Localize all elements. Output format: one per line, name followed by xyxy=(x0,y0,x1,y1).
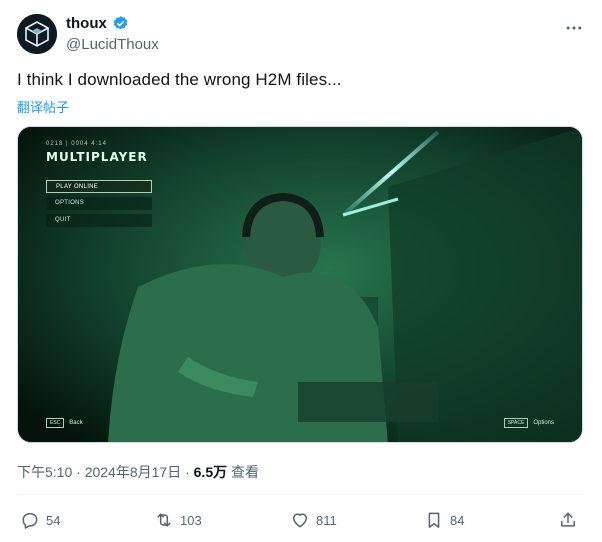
bookmark-button[interactable]: 84 xyxy=(424,510,464,530)
author-display-name[interactable]: thoux xyxy=(66,15,107,32)
action-bar: 54 103 811 84 xyxy=(20,510,580,532)
cube-logo-icon xyxy=(17,14,57,54)
reply-icon xyxy=(22,513,38,529)
esc-key-icon: ESC xyxy=(46,418,65,428)
retweet-button[interactable]: 103 xyxy=(154,510,202,530)
game-hint-options: SPACE Options xyxy=(503,418,554,428)
reply-count: 54 xyxy=(46,512,61,528)
game-title: MULTIPLAYER xyxy=(46,150,148,164)
timestamp-text: 下午5:10 · 2024年8月17日 · xyxy=(17,464,194,480)
game-hint-options-label: Options xyxy=(533,420,554,426)
retweet-icon xyxy=(157,513,171,527)
tweet-media[interactable]: 0218 | 0004 4:14 MULTIPLAYER PLAY ONLINE… xyxy=(17,126,583,443)
share-icon xyxy=(561,512,575,527)
game-subtitle: 0218 | 0004 4:14 xyxy=(46,141,107,147)
views-label: 查看 xyxy=(227,464,259,480)
bookmark-icon xyxy=(428,512,440,528)
game-hint-back: ESC Back xyxy=(46,418,83,428)
verified-badge-icon xyxy=(113,16,128,30)
views-count: 6.5万 xyxy=(193,464,228,480)
retweet-count: 103 xyxy=(180,512,202,528)
space-key-icon: SPACE xyxy=(503,418,529,428)
like-count: 811 xyxy=(316,512,337,528)
game-hint-back-label: Back xyxy=(69,420,83,426)
game-menu-options: OPTIONS xyxy=(46,197,152,210)
tweet-timestamp[interactable]: 下午5:10 · 2024年8月17日 · 6.5万 查看 xyxy=(17,462,259,482)
author-handle[interactable]: @LucidThoux xyxy=(66,36,159,53)
share-button[interactable] xyxy=(558,510,578,530)
video-frame-image xyxy=(18,127,582,442)
divider xyxy=(17,494,585,495)
game-menu-quit: QUIT xyxy=(46,214,152,227)
more-options-icon[interactable] xyxy=(564,18,584,38)
heart-icon xyxy=(293,513,307,528)
game-menu-play-online: PLAY ONLINE xyxy=(46,180,152,193)
avatar[interactable] xyxy=(17,14,57,54)
bookmark-count: 84 xyxy=(450,512,465,528)
like-button[interactable]: 811 xyxy=(290,510,337,530)
tweet-text: I think I downloaded the wrong H2M files… xyxy=(17,70,342,89)
reply-button[interactable]: 54 xyxy=(20,510,60,530)
translate-post-link[interactable]: 翻译帖子 xyxy=(17,97,69,116)
